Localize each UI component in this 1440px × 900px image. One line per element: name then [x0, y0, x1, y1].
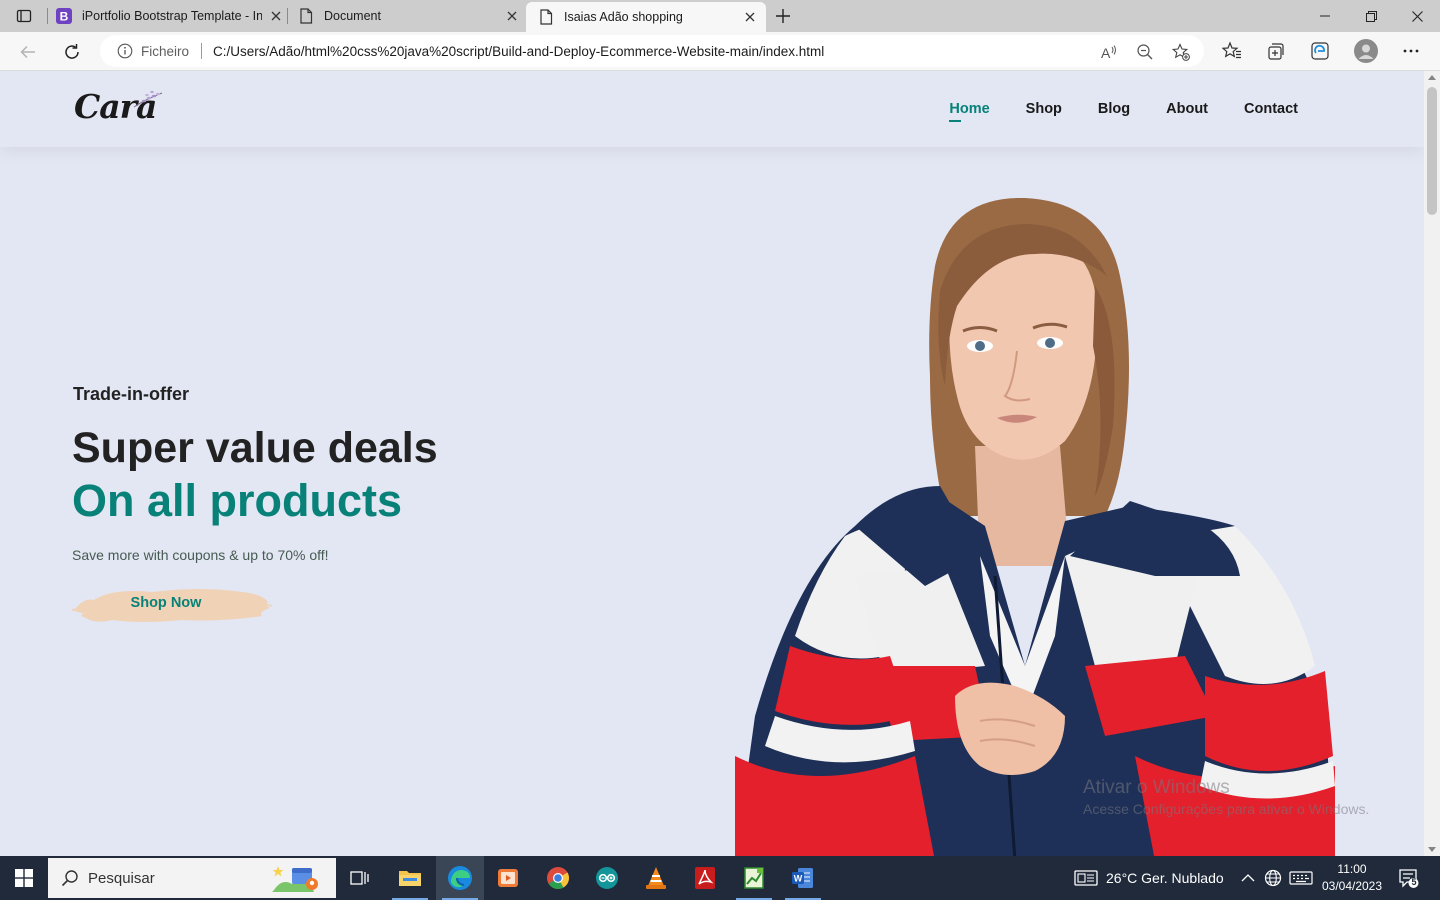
media-player-icon[interactable]	[484, 856, 532, 900]
zoom-out-icon[interactable]	[1136, 43, 1154, 61]
lavender-sprig-icon	[133, 90, 163, 108]
page-icon	[298, 8, 314, 24]
collections-icon[interactable]	[1265, 40, 1287, 62]
favorites-icon[interactable]	[1221, 40, 1243, 62]
task-view-icon[interactable]	[336, 856, 384, 900]
arduino-icon[interactable]	[583, 856, 631, 900]
network-globe-icon[interactable]	[1264, 856, 1282, 900]
clock-time: 11:00	[1337, 862, 1367, 876]
weather-widget[interactable]: 26°C Ger. Nublado	[1074, 856, 1224, 900]
page-scrollbar[interactable]	[1424, 71, 1440, 856]
svg-text:W: W	[794, 874, 803, 884]
tab-separator	[47, 8, 48, 24]
notification-center-icon[interactable]: 5	[1398, 856, 1420, 900]
tab-separator	[287, 8, 288, 24]
edge-browser-icon[interactable]	[436, 856, 484, 900]
search-icon	[60, 868, 80, 888]
watermark-title: Ativar o Windows	[1083, 777, 1230, 798]
nav-blog[interactable]: Blog	[1098, 101, 1130, 117]
hero-headline: Super value deals	[72, 424, 438, 472]
refresh-icon[interactable]	[57, 37, 87, 67]
system-clock[interactable]: 11:00 03/04/2023	[1318, 861, 1386, 895]
minimize-icon[interactable]	[1302, 0, 1348, 32]
scroll-up-icon[interactable]	[1428, 75, 1436, 80]
taskbar-search-box[interactable]: Pesquisar	[48, 858, 336, 898]
url-text[interactable]: C:/Users/Adão/html%20css%20java%20script…	[213, 44, 824, 59]
bootstrap-icon: B	[56, 8, 72, 24]
close-icon[interactable]	[742, 9, 758, 25]
spreadsheet-app-icon[interactable]	[730, 856, 778, 900]
shop-now-label: Shop Now	[130, 595, 202, 612]
nav-home[interactable]: Home	[949, 101, 990, 122]
svg-text:A: A	[1101, 45, 1111, 61]
svg-text:B: B	[60, 10, 69, 24]
info-icon[interactable]	[117, 43, 133, 59]
tab-title: Document	[324, 9, 381, 23]
scroll-down-icon[interactable]	[1428, 847, 1436, 852]
windows-activation-watermark: Ativar o Windows Acesse Configurações pa…	[1083, 777, 1369, 817]
edge-extension-icon[interactable]	[1309, 40, 1331, 62]
scroll-thumb[interactable]	[1427, 87, 1437, 215]
clock-date: 03/04/2023	[1321, 879, 1383, 893]
url-scheme-label: Ficheiro	[141, 43, 190, 59]
back-arrow-icon[interactable]	[13, 37, 43, 67]
windows-start-icon[interactable]	[0, 856, 48, 900]
address-bar-row: Ficheiro C:/Users/Adão/html%20css%20java…	[0, 32, 1440, 71]
profile-avatar-icon[interactable]	[1354, 39, 1378, 63]
new-tab-icon[interactable]	[772, 5, 794, 27]
tab-title: iPortfolio Bootstrap Template - In	[82, 9, 262, 23]
shop-now-button[interactable]: Shop Now	[72, 580, 272, 626]
hero-kicker: Trade-in-offer	[73, 384, 190, 404]
tab-title: Isaias Adão shopping	[564, 10, 683, 24]
nav-shop[interactable]: Shop	[1026, 101, 1062, 117]
chrome-icon[interactable]	[534, 856, 582, 900]
close-icon[interactable]	[504, 8, 520, 24]
tab-iportfolio[interactable]: B iPortfolio Bootstrap Template - In	[56, 0, 284, 32]
weather-text: 26°C Ger. Nublado	[1106, 870, 1224, 886]
url-divider	[201, 43, 203, 59]
nav-about[interactable]: About	[1166, 101, 1208, 117]
close-window-icon[interactable]	[1394, 0, 1440, 32]
notification-count: 5	[1411, 877, 1417, 887]
web-page: Cara Home Shop Blog About Contact Trade-…	[0, 71, 1424, 856]
tab-actions-icon[interactable]	[8, 5, 40, 27]
close-icon[interactable]	[268, 8, 284, 24]
hero-model-image	[735, 197, 1335, 856]
windows-taskbar: Pesquisar W 26°C Ger. Nublado 11:00 03/0…	[0, 856, 1440, 900]
hero-headline-accent: On all products	[72, 474, 403, 526]
url-field[interactable]: Ficheiro C:/Users/Adão/html%20css%20java…	[100, 35, 1204, 67]
browser-tab-bar: B iPortfolio Bootstrap Template - In Doc…	[0, 0, 1440, 32]
read-aloud-icon[interactable]: A	[1100, 43, 1118, 61]
restore-icon[interactable]	[1348, 0, 1394, 32]
search-placeholder: Pesquisar	[88, 869, 155, 887]
page-icon	[538, 9, 554, 25]
add-favorite-icon[interactable]	[1172, 43, 1190, 61]
tab-isaias-shopping[interactable]: Isaias Adão shopping	[526, 2, 766, 32]
watermark-subtitle: Acesse Configurações para ativar o Windo…	[1083, 801, 1370, 817]
site-header: Cara Home Shop Blog About Contact	[0, 71, 1424, 147]
acrobat-icon[interactable]	[681, 856, 729, 900]
site-logo[interactable]: Cara	[74, 85, 164, 133]
news-icon	[1074, 870, 1098, 886]
hero-text: Trade-in-offer Super value deals On all …	[72, 384, 438, 626]
vlc-icon[interactable]	[632, 856, 680, 900]
hero-subtitle: Save more with coupons & up to 70% off!	[72, 547, 329, 564]
show-hidden-icons-icon[interactable]	[1241, 856, 1255, 900]
more-options-icon[interactable]	[1400, 40, 1422, 62]
file-explorer-icon[interactable]	[386, 856, 434, 900]
keyboard-icon[interactable]	[1289, 856, 1313, 900]
main-nav: Home Shop Blog About Contact	[913, 71, 1298, 147]
word-icon[interactable]: W	[779, 856, 827, 900]
tab-document[interactable]: Document	[298, 0, 520, 32]
nav-contact[interactable]: Contact	[1244, 101, 1298, 117]
search-highlight-icon	[272, 866, 318, 892]
